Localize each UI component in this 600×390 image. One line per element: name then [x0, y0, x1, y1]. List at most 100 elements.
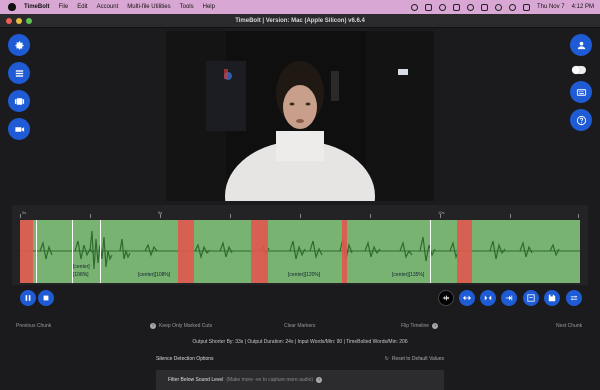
menubar-time[interactable]: 4:12 PM	[572, 4, 594, 10]
previous-chunk-label: Previous Chunk	[16, 323, 52, 329]
user-icon	[577, 41, 585, 49]
ruler-label: 10s	[438, 210, 445, 215]
ruler-tick	[510, 214, 511, 218]
help-icon[interactable]: ?	[150, 323, 156, 329]
user-button[interactable]	[570, 34, 592, 56]
video-preview[interactable]	[166, 31, 434, 201]
swap-button[interactable]	[566, 290, 582, 306]
cut-region[interactable]	[251, 220, 268, 283]
minimize-window-button[interactable]	[16, 18, 22, 24]
jump-end-button[interactable]	[501, 290, 517, 306]
window-title: TimeBolt | Version: Mac (Apple Silicon) …	[235, 18, 365, 24]
help-button[interactable]	[570, 109, 592, 131]
menu-edit[interactable]: Edit	[77, 4, 87, 10]
control-center-icon[interactable]	[522, 3, 530, 11]
pause-button[interactable]	[20, 290, 36, 306]
macos-menubar: TimeBolt File Edit Account Multi-file Ut…	[0, 0, 600, 14]
menu-help[interactable]: Help	[203, 4, 215, 10]
expand-button[interactable]	[459, 290, 475, 306]
reset-defaults-button[interactable]: ↻ Reset to Default Values	[385, 356, 444, 362]
cut-region[interactable]	[457, 220, 472, 283]
ruler-tick	[230, 214, 231, 218]
apple-icon[interactable]	[8, 3, 16, 11]
timeline-ruler[interactable]: 0s 5s 10s	[20, 210, 580, 219]
stop-icon	[43, 295, 49, 301]
cut-region[interactable]	[342, 220, 347, 283]
list-button[interactable]	[8, 62, 30, 84]
close-window-button[interactable]	[6, 18, 12, 24]
video-frame	[166, 31, 434, 201]
clear-markers-link[interactable]: Clear Markers	[284, 323, 315, 329]
flip-timeline-label: Flip Timeline	[401, 323, 430, 329]
help-icon	[576, 115, 586, 125]
list-icon	[15, 69, 23, 77]
chunk-label: [center][108%]	[138, 272, 171, 278]
status-icon[interactable]	[424, 3, 432, 11]
gear-icon	[14, 40, 24, 50]
collapse-button[interactable]	[480, 290, 496, 306]
help-icon[interactable]: ?	[432, 323, 439, 329]
waveform-track[interactable]: [center] [108%] [center][108%] [center][…	[20, 220, 580, 283]
timeline-panel: 0s 5s 10s [center] [108%] [center][108%]…	[12, 205, 588, 285]
keyboard-icon	[576, 88, 586, 96]
clear-markers-label: Clear Markers	[284, 323, 316, 329]
reset-defaults-label: Reset to Default Values	[391, 356, 444, 362]
silence-detection-header: Silence Detection Options ↻ Reset to Def…	[156, 352, 444, 366]
camera-button[interactable]	[8, 118, 30, 140]
export-button[interactable]	[523, 290, 539, 306]
status-icon[interactable]	[438, 3, 446, 11]
settings-button[interactable]	[8, 34, 30, 56]
keyboard-button[interactable]	[570, 81, 592, 103]
expand-arrows-icon	[463, 295, 471, 301]
marker[interactable]	[100, 220, 101, 283]
marker[interactable]	[430, 220, 431, 283]
keep-only-marked-cuts-link[interactable]: ? Keep Only Marked Cuts	[150, 323, 212, 329]
wifi-icon[interactable]	[494, 3, 502, 11]
save-button[interactable]	[544, 290, 560, 306]
search-icon[interactable]	[508, 3, 516, 11]
filter-label: Filter Below Sound Level	[168, 377, 224, 383]
flip-timeline-link[interactable]: Flip Timeline ?	[401, 323, 439, 329]
ruler-label: 0s	[22, 210, 27, 215]
menu-file[interactable]: File	[59, 4, 69, 10]
waveform-mode-button[interactable]	[438, 290, 454, 306]
playhead-marker[interactable]	[36, 220, 37, 283]
menu-app[interactable]: TimeBolt	[24, 4, 50, 10]
filter-sound-level-row: Filter Below Sound Level (Make more -ve …	[156, 370, 444, 390]
reset-icon: ↻	[384, 356, 389, 362]
previous-chunk-link[interactable]: Previous Chunk	[16, 323, 51, 329]
keep-only-marked-cuts-label: Keep Only Marked Cuts	[159, 323, 213, 329]
export-icon	[527, 294, 535, 302]
status-icon[interactable]	[466, 3, 474, 11]
cut-region[interactable]	[20, 220, 33, 283]
filter-hint: (Make more -ve to capture more audio)	[226, 377, 314, 383]
status-icon[interactable]	[410, 3, 418, 11]
cut-region[interactable]	[178, 220, 194, 283]
menubar-date[interactable]: Thu Nov 7	[537, 4, 565, 10]
ruler-tick	[90, 214, 91, 218]
chunk-label: [108%]	[73, 272, 89, 278]
waveform-icon	[442, 295, 450, 301]
battery-icon[interactable]	[480, 3, 488, 11]
help-icon[interactable]: ?	[316, 377, 323, 383]
chunk-label: [center][120%]	[288, 272, 321, 278]
ruler-tick	[300, 214, 301, 218]
stop-button[interactable]	[38, 290, 54, 306]
ruler-tick	[160, 214, 161, 218]
next-chunk-link[interactable]: Next Chunk	[556, 323, 582, 329]
film-button[interactable]	[8, 90, 30, 112]
collapse-arrows-icon	[484, 295, 492, 301]
zoom-window-button[interactable]	[26, 18, 32, 24]
status-icon[interactable]	[452, 3, 460, 11]
menu-tools[interactable]: Tools	[180, 4, 194, 10]
ruler-tick	[370, 214, 371, 218]
window-titlebar: TimeBolt | Version: Mac (Apple Silicon) …	[0, 14, 600, 28]
chunk-label: [center][135%]	[392, 272, 425, 278]
toggle-switch[interactable]	[572, 66, 586, 74]
menu-multi-file-utilities[interactable]: Multi-file Utilities	[127, 4, 170, 10]
output-stats: Output Shorter By: 33s | Output Duration…	[192, 339, 408, 345]
menu-account[interactable]: Account	[97, 4, 119, 10]
swap-arrows-icon	[570, 295, 578, 301]
jump-end-icon	[505, 295, 513, 301]
save-icon	[548, 294, 556, 302]
